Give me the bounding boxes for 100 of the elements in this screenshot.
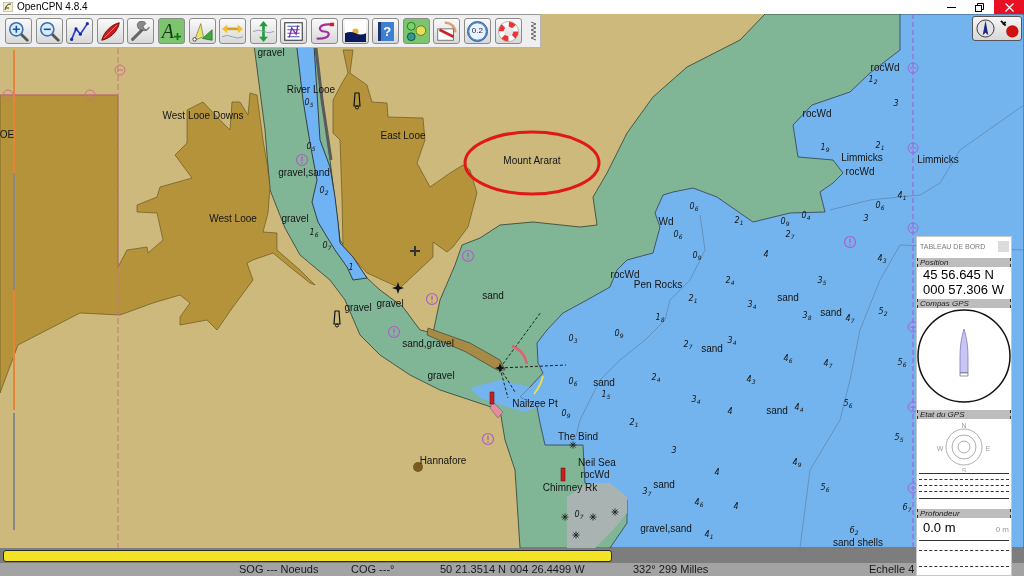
text-button[interactable]: A	[157, 18, 185, 44]
depth-sounding: 3$_{4}$	[747, 301, 757, 309]
satellite-rings-icon	[945, 428, 983, 466]
depth-sounding: 4	[763, 251, 769, 259]
depth-sounding: 2$_{7}$	[785, 231, 795, 239]
lifebuoy-button[interactable]	[494, 18, 522, 44]
depth-sounding: 0$_{5}$	[306, 143, 316, 151]
place-label: West Looe	[209, 214, 257, 224]
depth-sounding: 3$_{4}$	[727, 337, 737, 345]
track-button[interactable]	[310, 18, 338, 44]
chart-bar-key[interactable]	[3, 549, 612, 562]
seabed-label: sand shells	[833, 538, 883, 548]
depth-sounding: 3$_{7}$	[642, 488, 652, 496]
place-label: Nailzee Pt	[512, 399, 558, 409]
place-label: Hannafore	[419, 456, 467, 466]
depth-sounding: 5$_{6}$	[897, 359, 907, 367]
sunset-icon	[344, 20, 366, 42]
depth-sounding: 4$_{6}$	[783, 355, 793, 363]
seabed-label: sand	[820, 308, 842, 318]
app-icon	[3, 2, 13, 12]
seabed-label: gravel,sand	[640, 524, 692, 534]
boat-button[interactable]	[96, 18, 124, 44]
depth-sounding: 4$_{4}$	[794, 404, 804, 412]
star-icon	[392, 282, 404, 294]
depth-sounding: 0$_{9}$	[780, 218, 790, 226]
close-button[interactable]	[994, 0, 1024, 14]
instrument-title: Etat du GPS	[917, 410, 1011, 419]
instrument-title: Position	[917, 258, 1011, 267]
depth-sounding: 4$_{3}$	[877, 255, 887, 263]
rock-icon	[589, 513, 597, 521]
depth-sounding: 4$_{7}$	[845, 315, 855, 323]
status-field: COG ---°	[351, 563, 440, 576]
depth-sounding: 3$_{5}$	[817, 277, 827, 285]
mark-button[interactable]	[188, 18, 216, 44]
boundary-marker-icon	[907, 482, 919, 494]
depth-sounding: 4	[714, 469, 720, 477]
sector-arc	[511, 344, 529, 365]
depth-sounding: 5$_{2}$	[878, 308, 888, 316]
seabed-label: sand	[653, 480, 675, 490]
depth-sounding: 0$_{5}$	[304, 99, 314, 107]
depth-sounding: 5$_{5}$	[894, 434, 904, 442]
seabed-label: gravel	[257, 48, 285, 58]
help-button[interactable]: ?	[372, 18, 400, 44]
depth-sounding: 1$_{8}$	[655, 314, 665, 322]
zoom-in-button[interactable]	[5, 18, 32, 44]
landmark-dot-icon	[413, 462, 423, 472]
rock-icon	[572, 531, 580, 539]
status-field: Echelle 4	[869, 563, 1024, 576]
print-button[interactable]	[433, 18, 461, 44]
boat-icon	[99, 20, 121, 42]
depth-sounding: 2$_{4}$	[651, 374, 661, 382]
depth-sounding: 2$_{1}$	[734, 217, 744, 225]
layers-icon	[405, 20, 427, 42]
depth-sounding: 5$_{6}$	[820, 484, 830, 492]
compass-icon[interactable]	[975, 19, 995, 38]
depth-value: 0.0 m	[923, 520, 956, 535]
depth-sounding: 4$_{6}$	[694, 499, 704, 507]
lighthouse-icon	[353, 92, 361, 110]
grip-icon[interactable]	[530, 21, 538, 41]
depth-sounding: 4$_{1}$	[897, 192, 907, 200]
seabed-label: sand	[777, 293, 799, 303]
depth-sounding: 1$_{6}$	[309, 229, 319, 237]
list-button[interactable]	[280, 18, 308, 44]
depth-sounding: 0$_{7}$	[322, 242, 332, 250]
depth-sounding: 6$_{2}$	[849, 527, 859, 535]
depth-sounding: 1$_{2}$	[868, 76, 878, 84]
settings-button[interactable]	[127, 18, 155, 44]
depth-sounding: 6$_{7}$	[902, 504, 912, 512]
list-icon	[283, 20, 305, 42]
cross-icon	[410, 246, 420, 256]
place-label: Limmicks	[917, 155, 959, 165]
depth-sounding: 5$_{6}$	[843, 400, 853, 408]
seabed-label: rocWd	[610, 270, 640, 280]
depth-sounding: 3	[671, 447, 677, 455]
depth-scale-label: 0 m	[995, 524, 1009, 535]
route-button[interactable]	[66, 18, 94, 44]
zoom-level-button[interactable]: 0.2	[463, 18, 491, 44]
window-title: OpenCPN 4.8.4	[17, 1, 89, 13]
seabed-label: gravel	[281, 214, 309, 224]
vertical-arrows-button[interactable]	[249, 18, 277, 44]
depth-sounding: 0$_{4}$	[801, 212, 811, 220]
gps-status-icon[interactable]	[999, 19, 1019, 38]
place-label: Pen Rocks	[633, 280, 683, 290]
layers-button[interactable]	[402, 18, 430, 44]
depth-sounding: 4	[733, 503, 739, 511]
zoom-in-icon	[8, 20, 29, 42]
vertical-arrow-icon	[252, 20, 274, 42]
depth-sounding: 3	[893, 100, 899, 108]
star-icon	[495, 363, 505, 373]
depth-sounding: 4$_{1}$	[704, 531, 714, 539]
seabed-label: rocWd	[802, 109, 832, 119]
seabed-label: rocWd	[845, 167, 875, 177]
horizontal-arrows-button[interactable]	[219, 18, 247, 44]
zoom-out-button[interactable]	[35, 18, 63, 44]
boundary-marker-icon	[114, 64, 126, 76]
tide-button[interactable]	[341, 18, 369, 44]
status-field: 004 26.4499 W	[510, 563, 633, 576]
depth-sounding: 1$_{9}$	[820, 144, 830, 152]
place-label: Chimney Rk	[542, 483, 598, 493]
depth-sounding: 1	[348, 264, 354, 272]
